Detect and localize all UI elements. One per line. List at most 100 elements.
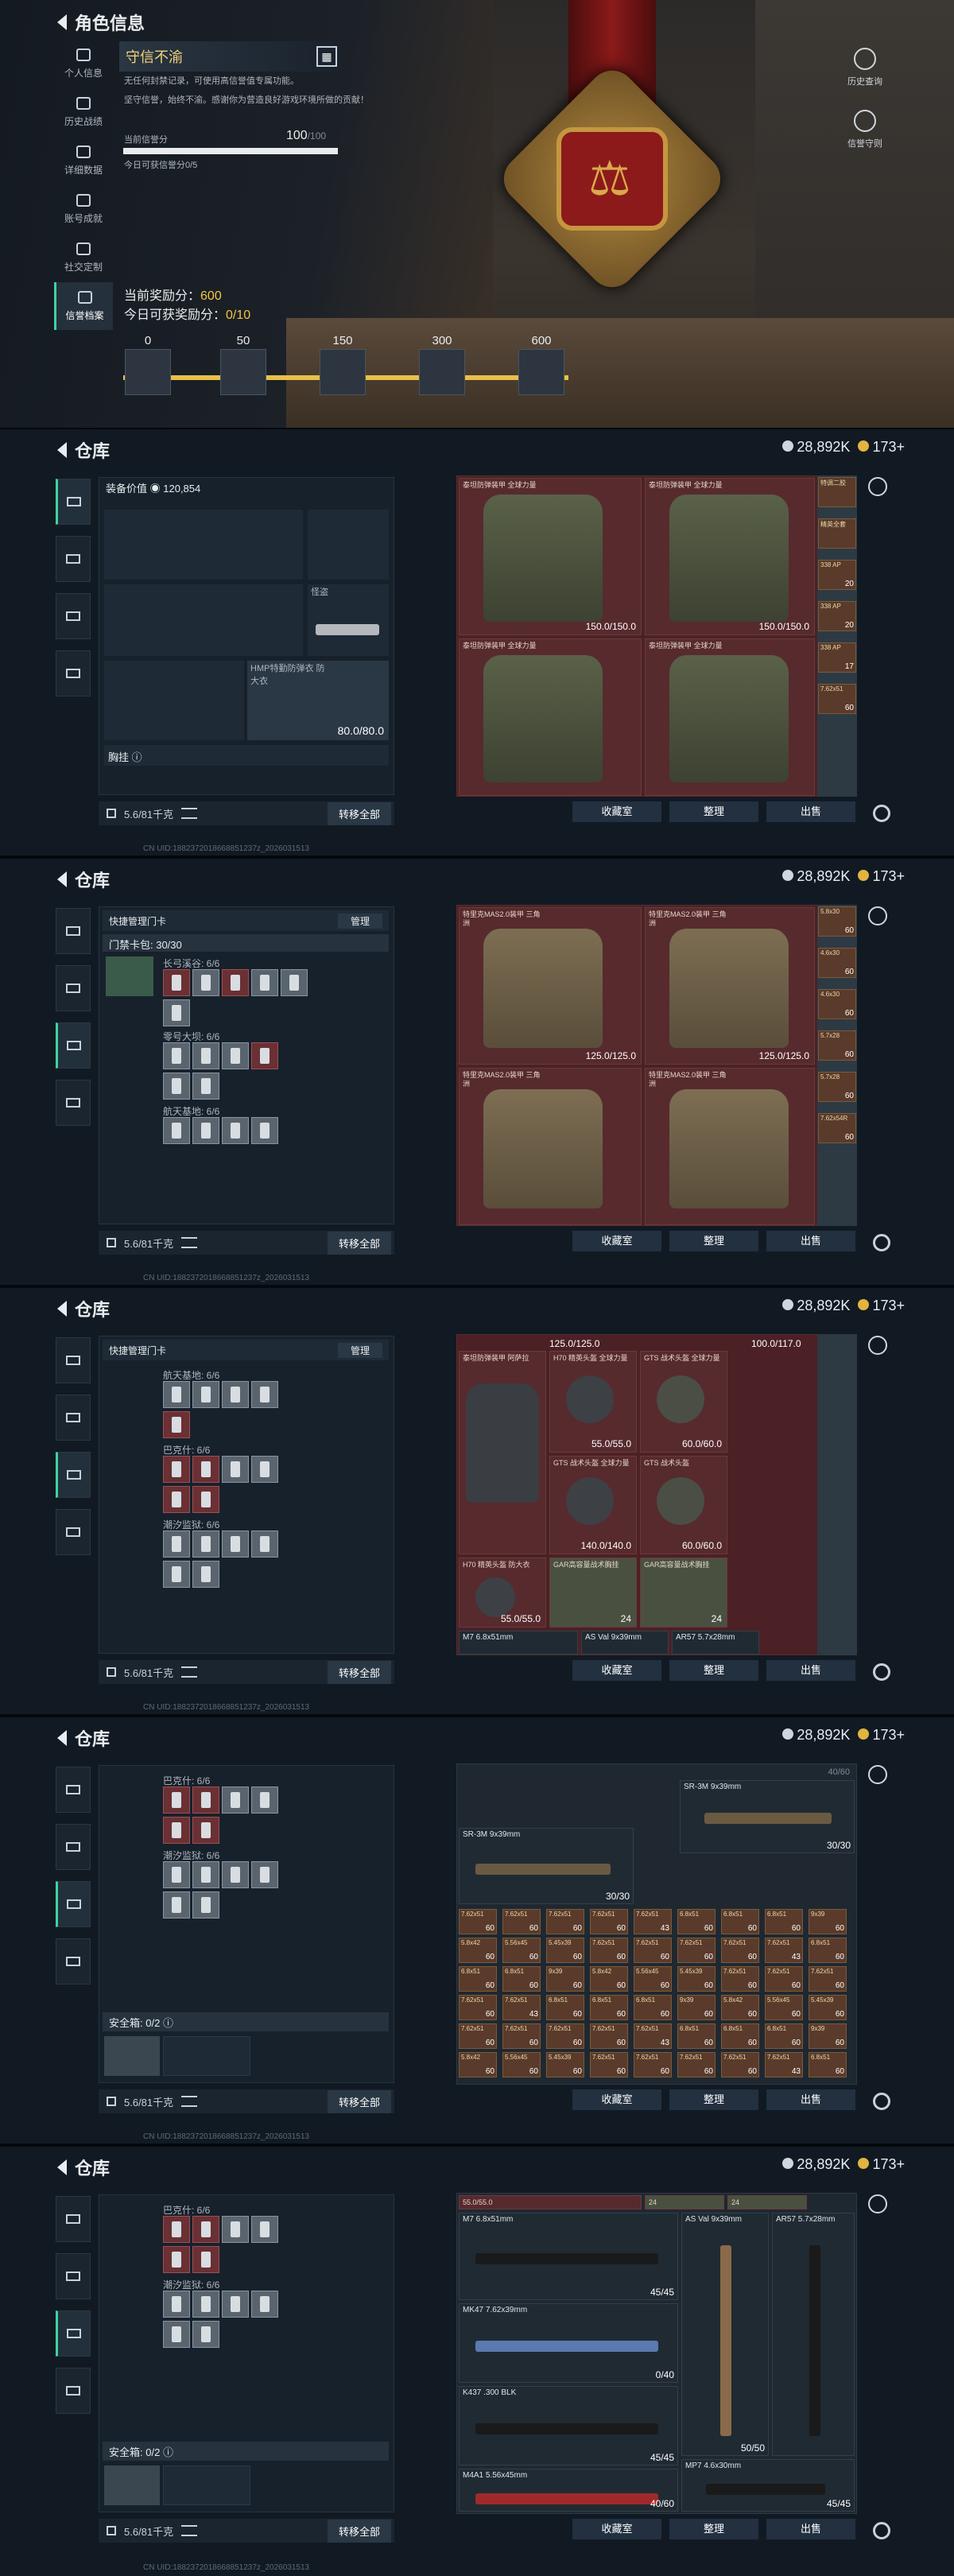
sell-button[interactable]: 出售	[766, 2089, 855, 2110]
keycard[interactable]	[163, 1073, 190, 1100]
keycard[interactable]	[192, 1561, 219, 1588]
side-item[interactable]: 5.7x28 60	[818, 1030, 856, 1061]
sort-button[interactable]: 整理	[669, 2089, 758, 2110]
keycard[interactable]	[163, 1411, 190, 1438]
back-button[interactable]: 仓库	[57, 437, 110, 463]
keycard[interactable]	[192, 1381, 219, 1408]
ammo-item[interactable]: 7.62x51 60	[721, 1938, 759, 1963]
list-icon[interactable]	[181, 1666, 198, 1678]
ammo-item[interactable]: 7.62x51 60	[459, 1995, 497, 2020]
sort-button[interactable]: 整理	[669, 2519, 758, 2539]
weapon-item[interactable]: K437 .300 BLK 45/45	[459, 2386, 678, 2465]
storage-item[interactable]: 泰坦防弹装甲 全球力量 150.0/150.0	[645, 478, 815, 635]
keycard[interactable]	[222, 1117, 249, 1144]
side-item[interactable]: 7.62x54R 60	[818, 1113, 856, 1143]
keycard[interactable]	[192, 2291, 219, 2318]
keycard[interactable]	[192, 1042, 219, 1069]
settings-gear-icon[interactable]	[873, 2522, 890, 2539]
ammo-item[interactable]: 7.62x51 60	[546, 2023, 584, 2049]
tab-armor[interactable]	[56, 2310, 91, 2357]
ammo-item[interactable]: 7.62x51 60	[765, 1966, 803, 1992]
ammo-item[interactable]: 7.62x51 60	[809, 1966, 847, 1992]
sort-button[interactable]: 整理	[669, 1231, 758, 1251]
collection-button[interactable]: 收藏室	[572, 2519, 661, 2539]
collection-button[interactable]: 收藏室	[572, 801, 661, 822]
safe-box-slot[interactable]	[104, 2036, 160, 2076]
storage-item[interactable]: 55.0/55.0	[459, 2195, 642, 2209]
keycard[interactable]	[222, 1861, 249, 1888]
sell-button[interactable]: 出售	[766, 1660, 855, 1681]
keycard[interactable]	[222, 1530, 249, 1558]
back-button[interactable]: 仓库	[57, 2155, 110, 2180]
ammo-item[interactable]: 7.62x51 60	[590, 2052, 628, 2077]
ammo-item[interactable]: 7.62x51 60	[677, 2052, 716, 2077]
storage-item[interactable]: 泰坦防弹装甲 全球力量 150.0/150.0	[459, 478, 642, 635]
milestone-300[interactable]: 300	[417, 334, 467, 398]
keycard[interactable]	[163, 1530, 190, 1558]
side-item[interactable]: 5.7x28 60	[818, 1072, 856, 1102]
ammo-item[interactable]: 7.62x51 43	[765, 1938, 803, 1963]
nav-social[interactable]: 社交定制	[54, 234, 113, 281]
weapon-item[interactable]: AS Val 9x39mm 50/50	[681, 2213, 769, 2456]
ammo-item[interactable]: 5.45x39 60	[809, 1995, 847, 2020]
storage-item[interactable]: 泰坦防弹装甲 全球力量	[645, 638, 815, 796]
grid-icon[interactable]: ▦	[316, 46, 337, 67]
keycard[interactable]	[163, 1042, 190, 1069]
ammo-item[interactable]: 9x39 60	[809, 1909, 847, 1934]
keycard[interactable]	[163, 2321, 190, 2348]
milestone-0[interactable]: 0	[123, 334, 173, 398]
storage-item[interactable]: 泰坦防弹装甲 全球力量	[459, 638, 642, 796]
safe-box-empty-slot[interactable]	[163, 2036, 250, 2076]
tab-armor[interactable]	[56, 1022, 91, 1069]
keycard[interactable]	[222, 1042, 249, 1069]
safe-box-slot[interactable]	[104, 2465, 160, 2505]
ammo-item[interactable]: 6.8x51 60	[809, 1938, 847, 1963]
keycard[interactable]	[192, 1486, 219, 1513]
collection-button[interactable]: 收藏室	[572, 1231, 661, 1251]
keycard[interactable]	[163, 1486, 190, 1513]
keycard[interactable]	[281, 969, 308, 996]
tab-bag[interactable]	[56, 650, 91, 696]
milestone-150[interactable]: 150	[318, 334, 367, 398]
keycard[interactable]	[192, 1891, 219, 1918]
settings-gear-icon[interactable]	[873, 1663, 890, 1681]
milestone-600[interactable]: 600	[517, 334, 566, 398]
keycard[interactable]	[163, 2246, 190, 2273]
list-icon[interactable]	[181, 808, 198, 819]
keycard[interactable]	[163, 1381, 190, 1408]
ammo-item[interactable]: 9x39 60	[677, 1995, 716, 2020]
collection-button[interactable]: 收藏室	[572, 1660, 661, 1681]
keycard[interactable]	[222, 1381, 249, 1408]
keycard[interactable]	[192, 1456, 219, 1483]
keycard[interactable]	[192, 2246, 219, 2273]
keycard[interactable]	[192, 1787, 219, 1814]
pistol-slot[interactable]	[308, 510, 389, 580]
keycard[interactable]	[163, 1787, 190, 1814]
transfer-all-button[interactable]: 转移全部	[327, 2519, 391, 2543]
ammo-item[interactable]: 7.62x51 60	[590, 2023, 628, 2049]
ammo-item[interactable]: 7.62x51 43	[502, 1995, 541, 2020]
ammo-item[interactable]: 7.62x51 43	[634, 2023, 672, 2049]
tab-helmet[interactable]	[56, 1824, 91, 1870]
ammo-item[interactable]: 6.8x51 60	[546, 1995, 584, 2020]
ammo-item[interactable]: 6.8x51 60	[677, 1909, 716, 1934]
settings-gear-icon[interactable]	[873, 805, 890, 822]
keycard[interactable]	[222, 969, 249, 996]
storage-item[interactable]: 24	[727, 2195, 807, 2209]
list-icon[interactable]	[181, 2096, 198, 2107]
ammo-item[interactable]: 6.8x51 60	[634, 1995, 672, 2020]
side-item[interactable]: 特调二胶	[818, 477, 856, 507]
keycard[interactable]	[222, 1787, 249, 1814]
weapon-item[interactable]: SR-3M 9x39mm 30/30	[680, 1780, 855, 1853]
ammo-item[interactable]: 5.56x45 60	[634, 1966, 672, 1992]
tab-weapons[interactable]	[56, 1767, 91, 1813]
ammo-item[interactable]: 7.62x51 60	[590, 1938, 628, 1963]
helmet-filter-icon[interactable]	[868, 906, 887, 925]
side-item[interactable]: 精英全套	[818, 518, 856, 549]
storage-item[interactable]: 特里克MAS2.0装甲 三角洲 125.0/125.0	[645, 907, 815, 1065]
nav-reputation[interactable]: 信誉档案	[54, 282, 113, 330]
tab-armor[interactable]	[56, 1452, 91, 1498]
ammo-item[interactable]: 5.45x39 60	[546, 1938, 584, 1963]
ammo-item[interactable]: 5.45x39 60	[677, 1966, 716, 1992]
ammo-item[interactable]: 5.56x45 60	[502, 2052, 541, 2077]
